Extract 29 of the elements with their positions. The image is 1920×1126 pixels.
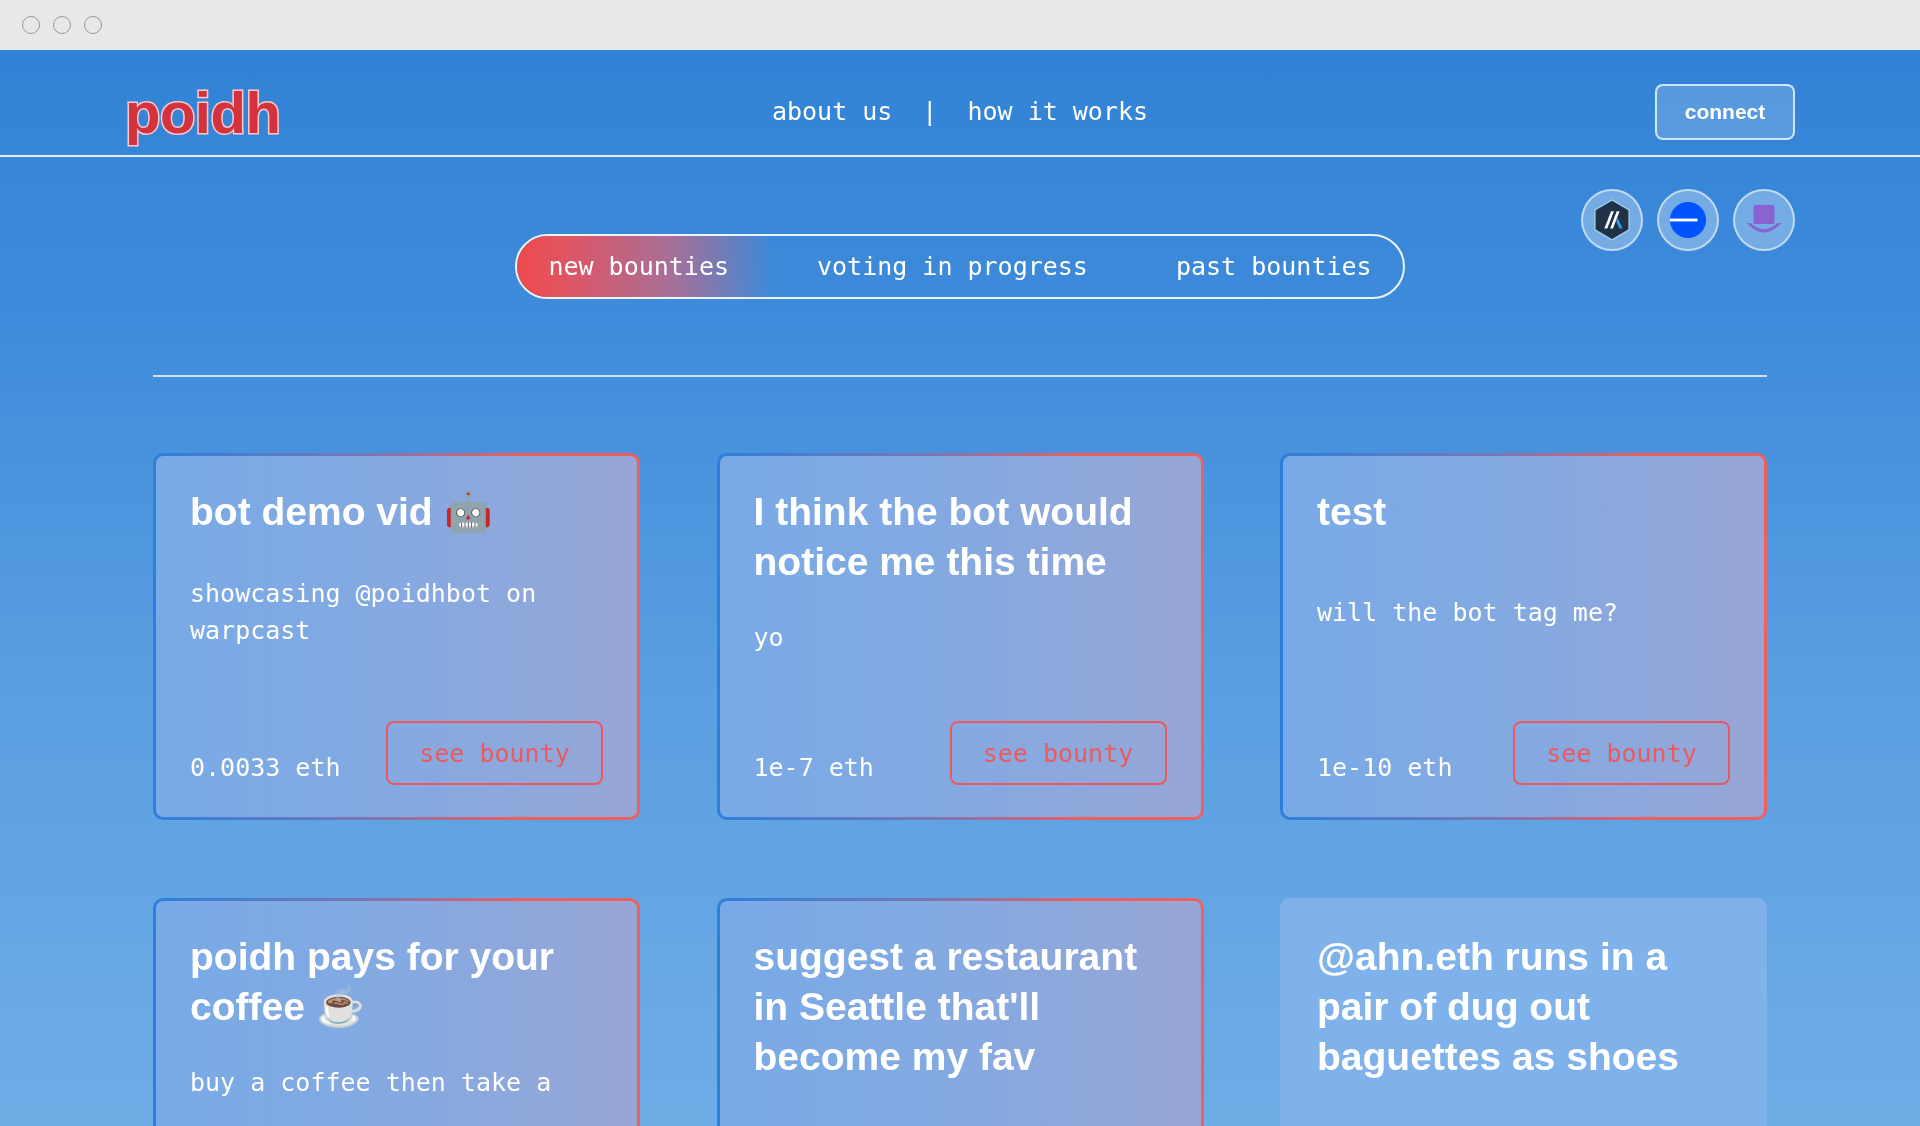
bounty-amount: 0.0033 eth xyxy=(190,752,341,784)
card-title: test xyxy=(1317,489,1388,535)
tab[interactable]: past bounties xyxy=(1131,236,1403,297)
card-title: suggest a restaurant in Seattle that'll become my fav xyxy=(753,934,1139,1080)
hexagon-logo-icon xyxy=(1593,199,1631,241)
nav-separator: | xyxy=(922,96,938,126)
card-title: I think the bot would notice me this time xyxy=(753,489,1134,585)
nav-link[interactable]: how it works xyxy=(967,96,1149,126)
card-description: buy a coffee then take a xyxy=(190,1066,552,1099)
card-title: bot demo vid 🤖 xyxy=(190,489,494,535)
bounty-card[interactable]: test will the bot tag me? 1e-10 eth see bounty xyxy=(1280,453,1767,820)
connect-button[interactable]: connect xyxy=(1655,84,1795,140)
card-description: yo xyxy=(753,621,784,654)
bounty-card[interactable]: poidh pays for your coffee ☕ buy a coffee then take a xyxy=(153,898,640,1126)
bounty-card[interactable]: bot demo vid 🤖 showcasing @poidhbot on warpcast 0.0033 eth see bounty xyxy=(153,453,640,820)
circle-bar-icon xyxy=(1669,201,1707,239)
see-bounty-button[interactable]: see bounty xyxy=(1513,721,1730,785)
see-bounty-button[interactable]: see bounty xyxy=(949,721,1167,785)
tab[interactable]: voting in progress xyxy=(773,236,1132,297)
card-title: poidh pays for your coffee ☕ xyxy=(190,934,556,1030)
see-bounty-button[interactable]: see bounty xyxy=(386,721,603,785)
card-description: will the bot tag me? xyxy=(1317,596,1619,629)
bounty-amount: 1e-7 eth xyxy=(753,752,874,784)
bounty-card[interactable]: @ahn.eth runs in a pair of dug out baguettes as shoes xyxy=(1280,898,1767,1126)
card-title: @ahn.eth runs in a pair of dug out baguettes as shoes xyxy=(1317,934,1680,1080)
bounty-amount: 1e-10 eth xyxy=(1317,752,1453,784)
nav-link[interactable]: about us xyxy=(771,96,893,126)
tab[interactable]: new bounties xyxy=(517,236,773,297)
card-description: showcasing @poidhbot on warpcast xyxy=(190,578,538,647)
